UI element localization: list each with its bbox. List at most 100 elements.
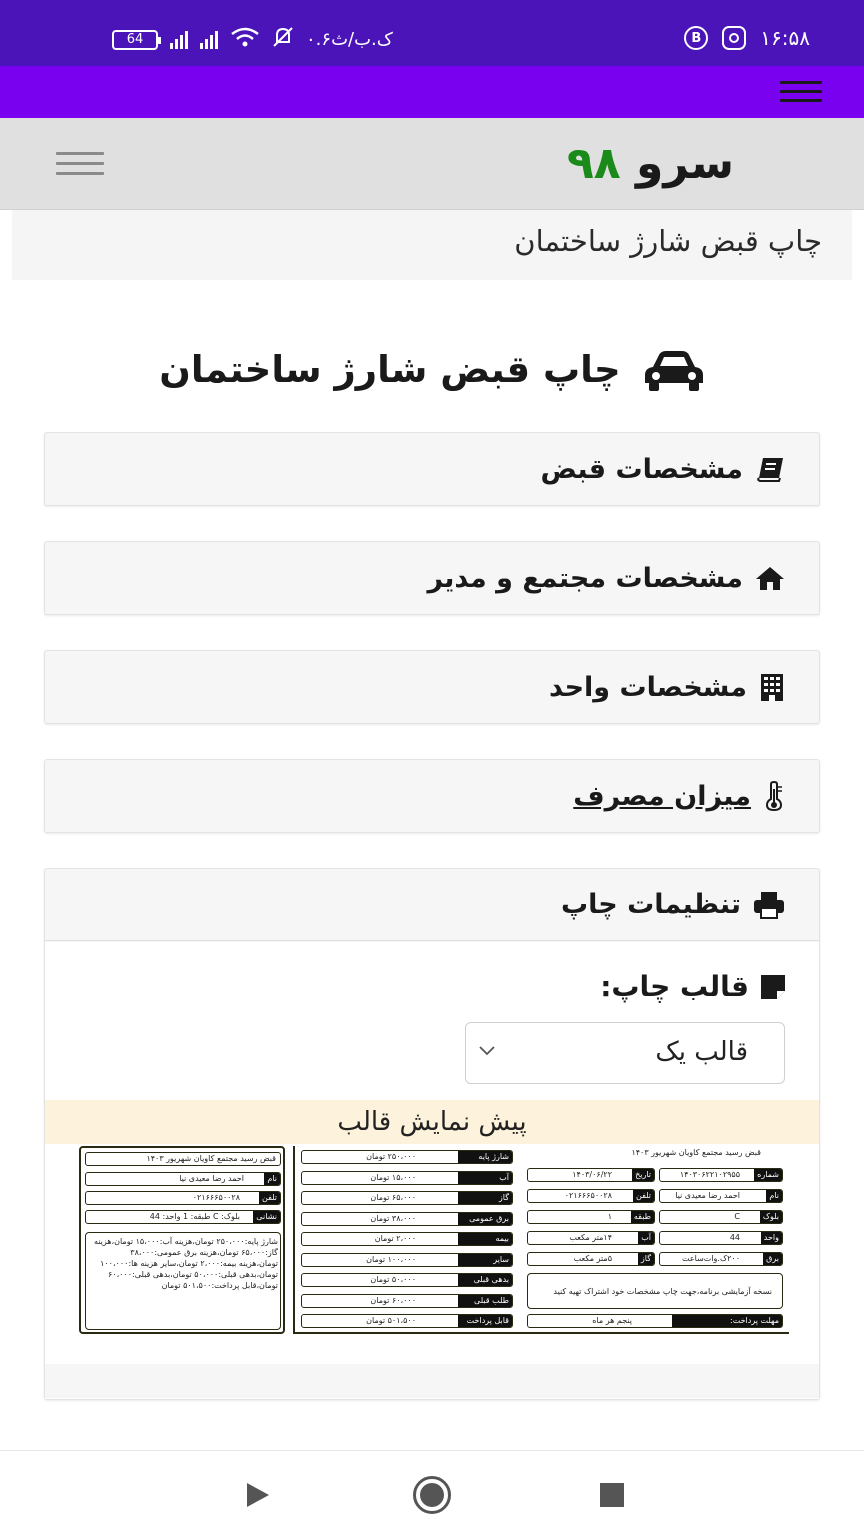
template-select[interactable]: قالب یک	[465, 1022, 785, 1084]
panel-label: تنظیمات چاپ	[561, 889, 741, 920]
building-icon	[761, 674, 783, 701]
amount-key: قابل پرداخت	[458, 1315, 512, 1327]
preview-title: پیش نمایش قالب	[45, 1100, 819, 1144]
amount-row: قابل پرداخت ۵۰۱،۵۰۰ تومان	[301, 1314, 513, 1328]
info-key: تاریخ	[632, 1169, 654, 1181]
instagram-icon	[722, 26, 747, 50]
wifi-icon	[230, 26, 260, 53]
deadline-value: پنجم هر ماه	[592, 1316, 632, 1325]
page-title: چاپ قبض شارژ ساختمان	[0, 348, 864, 400]
stub-summary: شارژ پایه:۲۵۰،۰۰۰ تومان،هزینه آب:۱۵،۰۰۰ …	[93, 1237, 278, 1290]
stub-phone-value: ۰۲۱۶۶۶۵۰۰۲۸	[192, 1193, 240, 1202]
info-row: واحد 44	[659, 1231, 783, 1245]
back-button[interactable]	[238, 1477, 278, 1513]
stub-summary-box: شارژ پایه:۲۵۰،۰۰۰ تومان،هزینه آب:۱۵،۰۰۰ …	[85, 1232, 281, 1330]
signal-icon	[170, 30, 188, 49]
info-row: شماره ۱۴۰۳۰۶۲۲۱۰۲۹۵۵	[659, 1168, 783, 1182]
note-box: نسخه آزمایشی برنامه،جهت چاپ مشخصات خود ا…	[527, 1273, 783, 1309]
home-circle-icon	[413, 1476, 451, 1514]
panel-complex-manager[interactable]: مشخصات مجتمع و مدیر	[44, 541, 820, 615]
info-key: واحد	[760, 1232, 782, 1244]
mute-bell-icon	[272, 26, 294, 53]
receipt-main: قبض رسید مجتمع کاویان شهریور ۱۴۰۳ شارژ پ…	[293, 1146, 789, 1334]
info-key: تلفن	[632, 1190, 654, 1202]
amount-row: شارژ پایه ۲۵۰،۰۰۰ تومان	[301, 1150, 513, 1164]
panel-print-settings[interactable]: تنظیمات چاپ قالب چاپ: قالب یک پیش نمایش …	[44, 868, 820, 1400]
battery-icon: 64	[112, 29, 161, 50]
amount-key: شارژ پایه	[458, 1151, 512, 1163]
amount-value: ۵۰،۰۰۰ تومان	[370, 1275, 416, 1284]
status-bar: B ۱۶:۵۸ 64 ۰.۶ک.ب/ث	[0, 0, 864, 66]
amount-value: ۱۵،۰۰۰ تومان	[370, 1172, 416, 1182]
amount-value: ۱۰۰،۰۰۰ تومان	[366, 1254, 416, 1264]
stub-name-key: نام	[264, 1173, 280, 1185]
sticky-note-icon	[761, 974, 785, 999]
stub-phone-row: تلفن ۰۲۱۶۶۶۵۰۰۲۸	[85, 1191, 281, 1205]
panel-label: مشخصات قبض	[540, 453, 743, 485]
amount-row: سایر ۱۰۰،۰۰۰ تومان	[301, 1252, 513, 1267]
info-value: ۱۴۰۳۰۶۲۲۱۰۲۹۵۵	[679, 1170, 740, 1179]
deadline-row: مهلت پرداخت: پنجم هر ماه	[527, 1314, 783, 1328]
amount-key: بدهی قبلی	[458, 1274, 512, 1286]
info-row: تلفن ۰۲۱۶۶۶۵۰۰۲۸	[527, 1189, 655, 1203]
home-icon	[756, 567, 784, 590]
receipt-header: قبض رسید مجتمع کاویان شهریور ۱۴۰۳	[631, 1148, 761, 1157]
panel-consumption[interactable]: میزان مصرف	[44, 759, 820, 833]
logo-brand: سرو	[636, 138, 734, 189]
stub-header: قبض رسید مجتمع کاویان شهریور ۱۴۰۳	[85, 1152, 281, 1166]
template-label-text: قالب چاپ:	[600, 970, 749, 1003]
amount-key: آب	[458, 1171, 512, 1184]
info-value: ۱۴۰۳/۰۶/۲۲	[572, 1170, 612, 1179]
info-key: برق	[763, 1253, 782, 1265]
info-value: ۱	[607, 1212, 612, 1221]
panel-receipt-details[interactable]: مشخصات قبض	[44, 432, 820, 506]
amount-value: ۵۰۱،۵۰۰ تومان	[366, 1316, 416, 1325]
app-bar	[0, 66, 864, 118]
breadcrumb: چاپ قبض شارژ ساختمان	[12, 210, 852, 280]
panel-label: مشخصات مجتمع و مدیر	[427, 562, 744, 594]
stub-header-text: قبض رسید مجتمع کاویان شهریور ۱۴۰۳	[146, 1154, 276, 1163]
page-title-text: چاپ قبض شارژ ساختمان	[159, 348, 621, 391]
template-select-value: قالب یک	[655, 1037, 748, 1067]
panel-label: میزان مصرف	[573, 780, 751, 812]
panel-label: مشخصات واحد	[548, 671, 747, 703]
receipt-preview: قبض رسید مجتمع کاویان شهریور ۱۴۰۳ نام اح…	[79, 1146, 789, 1336]
panel-footer	[45, 1364, 819, 1398]
info-value: احمد رضا معیدی نیا	[675, 1191, 740, 1200]
print-settings-body: قالب چاپ: قالب یک پیش نمایش قالب قبض رسی…	[45, 942, 819, 1399]
amount-row: طلب قبلی ۶۰،۰۰۰ تومان	[301, 1293, 513, 1308]
play-back-icon	[247, 1483, 269, 1507]
breadcrumb-text: چاپ قبض شارژ ساختمان	[514, 224, 822, 258]
b-notification-icon: B	[684, 26, 709, 50]
stub-phone-key: تلفن	[258, 1192, 280, 1204]
amount-row: آب ۱۵،۰۰۰ تومان	[301, 1170, 513, 1185]
receipt-stub: قبض رسید مجتمع کاویان شهریور ۱۴۰۳ نام اح…	[79, 1146, 285, 1334]
app-menu-icon[interactable]	[780, 81, 822, 108]
panel-unit-details[interactable]: مشخصات واحد	[44, 650, 820, 724]
info-key: شماره	[754, 1169, 782, 1181]
info-value: C	[734, 1212, 740, 1221]
info-key: گاز	[637, 1253, 654, 1265]
info-value: ۵متر مکعب	[573, 1254, 612, 1263]
home-button[interactable]	[412, 1476, 452, 1514]
amount-key: سایر	[458, 1253, 512, 1266]
amount-key: بیمه	[458, 1233, 512, 1245]
site-logo[interactable]: سرو ۹۸	[567, 138, 734, 198]
amount-value: ۲۵۰،۰۰۰ تومان	[366, 1152, 416, 1161]
recents-button[interactable]	[592, 1477, 632, 1513]
clock: ۱۶:۵۸	[760, 26, 810, 50]
info-row: تاریخ ۱۴۰۳/۰۶/۲۲	[527, 1168, 655, 1182]
signal-icon-2	[200, 30, 218, 49]
preview-title-text: پیش نمایش قالب	[337, 1107, 527, 1137]
info-key: بلوک	[759, 1211, 782, 1223]
info-value: ۰۲۱۶۶۶۵۰۰۲۸	[564, 1191, 612, 1200]
info-row: آب ۱۴متر مکعب	[527, 1231, 655, 1245]
receipt-note: نسخه آزمایشی برنامه،جهت چاپ مشخصات خود ا…	[553, 1287, 772, 1296]
status-left: 64 ۰.۶ک.ب/ث	[112, 26, 393, 53]
info-key: نام	[766, 1190, 782, 1202]
car-icon	[644, 350, 703, 391]
info-row: نام احمد رضا معیدی نیا	[659, 1189, 783, 1203]
site-menu-icon[interactable]	[56, 152, 104, 182]
network-speed: ۰.۶ک.ب/ث	[306, 29, 393, 50]
book-icon	[757, 458, 783, 482]
